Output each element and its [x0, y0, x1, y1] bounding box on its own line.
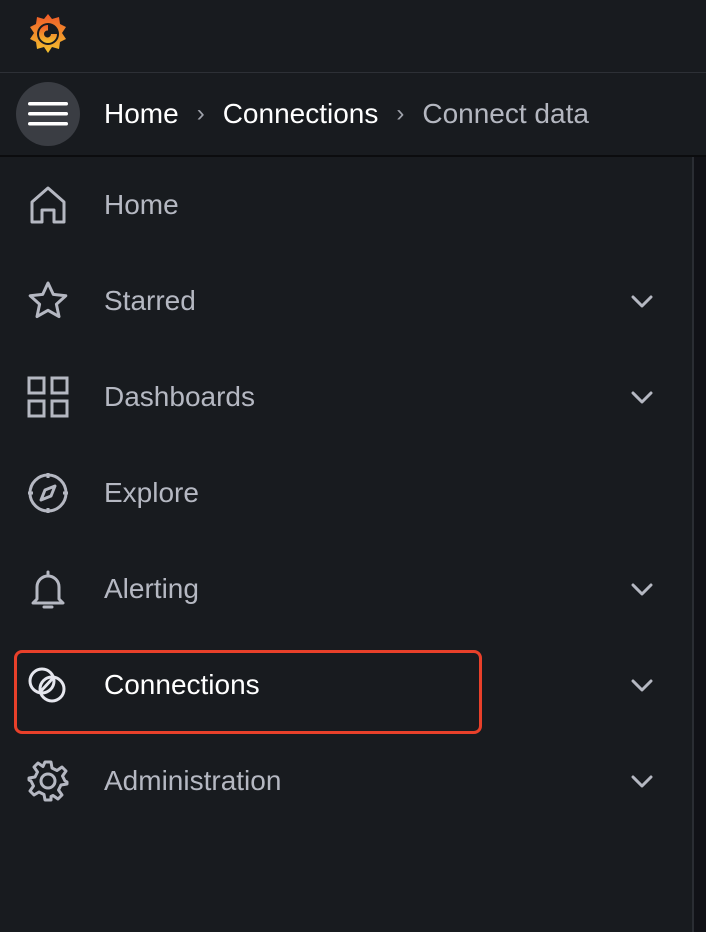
- breadcrumb-current: Connect data: [422, 98, 589, 129]
- apps-icon: [27, 376, 69, 418]
- star-icon: [28, 281, 68, 319]
- sidebar-item-label: Alerting: [104, 573, 199, 604]
- home-icon: [30, 186, 66, 224]
- breadcrumb: Home › Connections › Connect data: [104, 73, 589, 155]
- menu-toggle-button[interactable]: [16, 82, 80, 146]
- sidebar-item-label: Home: [104, 189, 179, 220]
- top-bar: [0, 0, 706, 73]
- compass-icon: [28, 473, 68, 513]
- chevron-down-icon[interactable]: [626, 381, 658, 413]
- sidebar-item-label: Starred: [104, 285, 196, 316]
- chevron-right-icon: ›: [196, 100, 205, 127]
- sidebar-item-administration[interactable]: Administration: [0, 733, 692, 829]
- sidebar-item-starred[interactable]: Starred: [0, 253, 692, 349]
- sidebar-item-dashboards[interactable]: Dashboards: [0, 349, 692, 445]
- sidebar-item-connections[interactable]: Connections: [0, 637, 692, 733]
- chevron-right-icon: ›: [396, 100, 405, 127]
- breadcrumb-bar: Home › Connections › Connect data: [0, 73, 706, 157]
- sidebar-item-label: Explore: [104, 477, 199, 508]
- sidebar-nav: Home Starred Dashboards Explore Alerting…: [0, 157, 692, 932]
- breadcrumb-connections[interactable]: Connections: [223, 98, 379, 130]
- sidebar-item-home[interactable]: Home: [0, 157, 692, 253]
- chevron-down-icon[interactable]: [626, 765, 658, 797]
- chevron-down-icon[interactable]: [626, 573, 658, 605]
- sidebar-item-label: Administration: [104, 765, 282, 796]
- hamburger-icon: [28, 102, 68, 126]
- bell-icon: [31, 570, 65, 609]
- link-circles-icon: [28, 667, 66, 703]
- breadcrumb-home[interactable]: Home: [104, 98, 179, 130]
- main-content-edge: [694, 157, 706, 932]
- chevron-down-icon[interactable]: [626, 669, 658, 701]
- chevron-down-icon[interactable]: [626, 285, 658, 317]
- sidebar-item-explore[interactable]: Explore: [0, 445, 692, 541]
- sidebar-item-alerting[interactable]: Alerting: [0, 541, 692, 637]
- cog-icon: [27, 760, 69, 802]
- sidebar-item-label: Dashboards: [104, 381, 255, 412]
- sidebar-item-label: Connections: [104, 669, 260, 700]
- grafana-logo[interactable]: [24, 10, 72, 58]
